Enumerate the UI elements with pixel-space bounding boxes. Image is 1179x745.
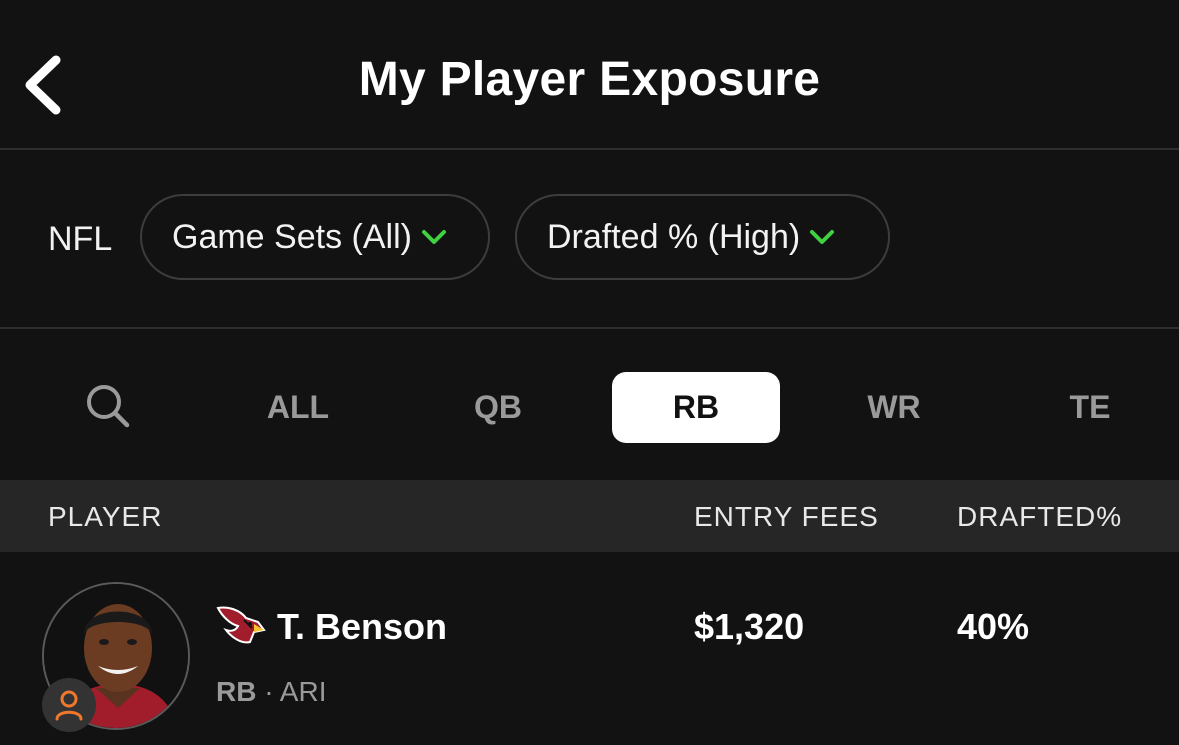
sort-dropdown[interactable]: Drafted % (High) xyxy=(515,194,890,280)
search-icon xyxy=(87,385,130,428)
sort-label: Drafted % (High) xyxy=(547,217,801,256)
player-name: T. Benson xyxy=(277,606,448,647)
user-icon xyxy=(55,690,83,721)
cardinals-logo xyxy=(216,606,266,644)
chevron-down-icon xyxy=(421,230,446,244)
table-row[interactable]: T. Benson RB · ARI $1,320 40% xyxy=(0,552,1179,745)
position-tabs: ALL QB RB WR TE xyxy=(0,330,1179,480)
drafted-value: 40% xyxy=(957,606,1030,647)
tab-qb[interactable]: QB xyxy=(430,372,566,443)
table-header: PLAYER ENTRY FEES DRAFTED% xyxy=(0,480,1179,552)
player-meta: RB · ARI xyxy=(216,676,326,708)
game-sets-label: Game Sets (All) xyxy=(172,217,412,256)
top-bar: My Player Exposure xyxy=(0,0,1179,149)
player-team: ARI xyxy=(279,676,327,707)
league-label: NFL xyxy=(48,220,113,258)
game-sets-dropdown[interactable]: Game Sets (All) xyxy=(140,194,490,280)
filter-divider xyxy=(0,327,1179,329)
filter-bar: NFL Game Sets (All) Drafted % (High) xyxy=(0,150,1179,328)
tab-all[interactable]: ALL xyxy=(230,372,366,443)
tab-wr[interactable]: WR xyxy=(826,372,962,443)
user-badge xyxy=(42,678,96,732)
player-position: RB xyxy=(216,676,257,707)
tab-rb[interactable]: RB xyxy=(612,372,780,443)
chevron-down-icon xyxy=(810,230,835,244)
meta-separator: · xyxy=(264,676,274,707)
column-drafted[interactable]: DRAFTED% xyxy=(957,501,1122,533)
column-entry-fees[interactable]: ENTRY FEES xyxy=(694,501,879,533)
search-button[interactable] xyxy=(84,382,132,430)
column-player[interactable]: PLAYER xyxy=(48,501,162,533)
entry-fees-value: $1,320 xyxy=(694,606,805,647)
page-title: My Player Exposure xyxy=(358,53,821,106)
tab-te[interactable]: TE xyxy=(1022,372,1158,443)
